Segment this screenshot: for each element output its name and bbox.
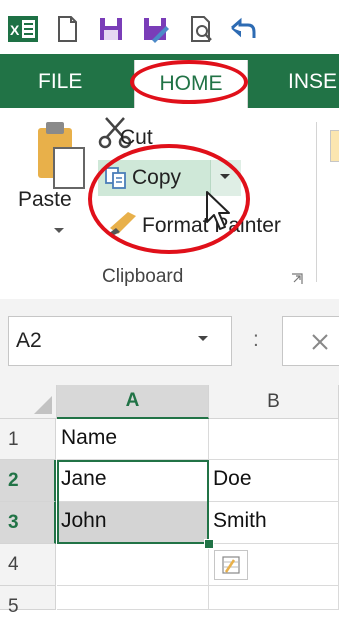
cell-b3[interactable]: Smith (209, 502, 339, 544)
paste-icon[interactable] (36, 120, 92, 190)
fill-handle[interactable] (204, 539, 214, 549)
cell-b5[interactable] (209, 586, 339, 610)
cell-a1[interactable]: Name (57, 419, 209, 460)
formula-bar-separator: : (253, 328, 259, 351)
name-box-dropdown-icon[interactable] (196, 334, 210, 344)
copy-button[interactable]: Copy (132, 166, 181, 190)
column-header-a[interactable]: A (57, 385, 209, 419)
name-box-value: A2 (16, 329, 42, 352)
paste-button[interactable]: Paste (18, 188, 72, 212)
ribbon-group-divider (316, 122, 317, 282)
copy-icon (105, 167, 126, 189)
svg-text:X: X (10, 22, 20, 38)
paste-dropdown-icon[interactable] (52, 226, 66, 236)
save-as-icon[interactable] (140, 14, 170, 44)
format-painter-icon (108, 212, 136, 236)
cell-b1[interactable] (209, 419, 339, 460)
row-header-5[interactable]: 5 (0, 586, 56, 617)
select-all-corner[interactable] (0, 385, 57, 419)
ribbon-tab-bar: FILE HOME INSE (0, 54, 339, 108)
tab-file[interactable]: FILE (38, 54, 82, 108)
tab-home[interactable]: HOME (134, 60, 248, 108)
dialog-launcher-icon[interactable] (290, 272, 304, 286)
cell-a5[interactable] (57, 586, 209, 610)
new-document-icon[interactable] (52, 14, 82, 44)
quick-access-toolbar: X (0, 0, 339, 54)
undo-icon[interactable] (228, 14, 258, 44)
row-header-4[interactable]: 4 (0, 544, 56, 586)
copy-dropdown-icon[interactable] (218, 172, 232, 182)
quick-analysis-icon (222, 556, 240, 574)
cell-a2[interactable]: Jane (57, 460, 209, 502)
print-preview-icon[interactable] (186, 14, 216, 44)
cell-b2[interactable]: Doe (209, 460, 339, 502)
tab-insert[interactable]: INSE (288, 54, 337, 108)
mouse-cursor-icon (206, 191, 230, 230)
cut-button[interactable]: Cut (120, 126, 153, 150)
cancel-icon[interactable] (310, 332, 330, 352)
row-header-2[interactable]: 2 (0, 460, 56, 502)
row-header-3[interactable]: 3 (0, 502, 56, 544)
excel-logo-icon[interactable]: X (8, 14, 38, 44)
row-header-1[interactable]: 1 (0, 419, 56, 460)
next-group-button[interactable] (330, 130, 339, 162)
column-header-b[interactable]: B (209, 385, 339, 419)
cell-a4[interactable] (57, 544, 209, 586)
quick-analysis-button[interactable] (214, 550, 248, 580)
cell-a3[interactable]: John (57, 502, 209, 544)
clipboard-group-label: Clipboard (102, 266, 184, 287)
select-all-triangle-icon (34, 396, 52, 414)
save-icon[interactable] (96, 14, 126, 44)
